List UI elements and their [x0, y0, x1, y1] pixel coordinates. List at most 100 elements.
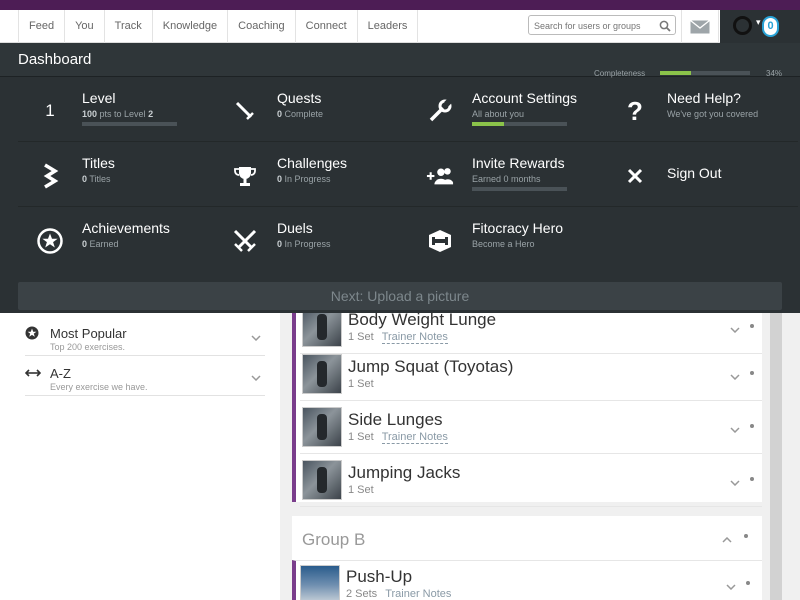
main-nav: Feed You Track Knowledge Coaching Connec…: [18, 10, 419, 43]
duels-title: Duels: [277, 220, 313, 236]
chevron-down-icon[interactable]: [730, 367, 740, 385]
invite-rewards-subtitle: Earned 0 months: [472, 174, 541, 184]
exercise-sets: 1 Set: [348, 484, 374, 496]
sign-out-title: Sign Out: [667, 165, 722, 181]
exercise-sets: 1 Set: [348, 378, 374, 390]
dashboard-duels[interactable]: Duels 0 In Progress: [213, 207, 408, 272]
category-most-popular[interactable]: Most Popular Top 200 exercises.: [25, 316, 265, 356]
search-box: [528, 15, 676, 35]
achievements-subtitle: 0 Earned: [82, 239, 119, 249]
nav-you[interactable]: You: [64, 10, 104, 43]
achievements-title: Achievements: [82, 220, 170, 236]
close-icon: [621, 162, 649, 190]
nav-feed[interactable]: Feed: [18, 10, 64, 43]
titles-subtitle: 0 Titles: [82, 174, 111, 184]
chevron-down-icon[interactable]: [251, 368, 261, 386]
exercise-group-b: Group B Push-Up 2 Sets Trainer Notes: [292, 516, 762, 600]
trainer-notes-link[interactable]: Trainer Notes: [381, 431, 448, 444]
dashboard-achievements[interactable]: Achievements 0 Earned: [18, 207, 213, 272]
dashboard-quests[interactable]: Quests 0 Complete: [213, 77, 408, 142]
messages-button[interactable]: [681, 10, 719, 43]
category-a-z[interactable]: A-Z Every exercise we have.: [24, 356, 265, 396]
titles-title: Titles: [82, 155, 115, 171]
nav-knowledge[interactable]: Knowledge: [151, 10, 227, 43]
challenges-subtitle: 0 In Progress: [277, 174, 331, 184]
exercise-sets: 2 Sets: [346, 588, 378, 600]
duels-subtitle: 0 In Progress: [277, 239, 331, 249]
more-options-icon[interactable]: [750, 424, 754, 428]
need-help-title: Need Help?: [667, 90, 741, 106]
dashboard-need-help[interactable]: ? Need Help? We've got you covered: [603, 77, 798, 142]
category-title: Most Popular: [50, 326, 127, 341]
exercise-row[interactable]: Side Lunges 1 Set Trainer Notes: [300, 402, 762, 454]
dashboard-title: Dashboard: [18, 51, 92, 68]
exercise-meta: 1 Set: [348, 484, 374, 496]
dashboard-fitocracy-hero[interactable]: Fitocracy Hero Become a Hero: [408, 207, 603, 272]
exercise-name: Body Weight Lunge: [348, 310, 497, 329]
exercise-row[interactable]: Jumping Jacks 1 Set: [300, 455, 762, 507]
exercise-sets: 1 Set: [348, 431, 374, 443]
category-title: A-Z: [50, 366, 71, 381]
search-icon[interactable]: [659, 19, 671, 37]
dashboard-titles[interactable]: Titles 0 Titles: [18, 142, 213, 207]
exercise-thumbnail: [302, 407, 342, 447]
chevron-down-icon[interactable]: [251, 328, 261, 346]
more-options-icon[interactable]: [750, 371, 754, 375]
exercise-group-a: Body Weight Lunge 1 Set Trainer Notes Jum…: [292, 307, 762, 507]
star-icon: [25, 326, 41, 342]
exercise-row[interactable]: Jump Squat (Toyotas) 1 Set: [300, 349, 762, 401]
level-title: Level: [82, 90, 116, 106]
level-progress: [82, 122, 177, 126]
scrollbar[interactable]: [770, 308, 782, 600]
chevron-down-icon[interactable]: [730, 473, 740, 491]
completeness-progress: [660, 71, 750, 75]
horizontal-arrows-icon: [24, 366, 42, 382]
exercise-name: Jump Squat (Toyotas): [348, 357, 514, 376]
dashboard-sign-out[interactable]: Sign Out: [603, 142, 798, 207]
search-input[interactable]: [529, 17, 655, 35]
challenges-title: Challenges: [277, 155, 348, 171]
account-settings-subtitle: All about you: [472, 109, 525, 119]
nav-coaching[interactable]: Coaching: [227, 10, 294, 43]
nav-connect[interactable]: Connect: [294, 10, 357, 43]
hero-icon: [426, 227, 454, 255]
dashboard-grid: 1 Level 100 pts to Level 2 Quests 0 Comp…: [18, 77, 800, 272]
exercise-row[interactable]: Push-Up 2 Sets Trainer Notes: [292, 560, 762, 600]
more-options-icon[interactable]: [746, 581, 750, 585]
chevron-down-icon[interactable]: [726, 577, 736, 595]
chevron-up-icon[interactable]: [722, 530, 732, 548]
trainer-notes-link[interactable]: Trainer Notes: [385, 588, 452, 600]
trophy-icon: [231, 162, 259, 190]
more-options-icon[interactable]: [744, 534, 748, 538]
more-options-icon[interactable]: [750, 324, 754, 328]
more-options-icon[interactable]: [750, 477, 754, 481]
nav-leaders[interactable]: Leaders: [356, 10, 419, 43]
exercise-thumbnail: [302, 354, 342, 394]
notification-badge[interactable]: 0: [762, 16, 779, 37]
exercise-sets: 1 Set: [348, 331, 374, 343]
trainer-notes-link[interactable]: Trainer Notes: [381, 331, 448, 344]
nav-track[interactable]: Track: [103, 10, 152, 43]
avatar[interactable]: [733, 16, 752, 35]
dashboard-invite-rewards[interactable]: Invite Rewards Earned 0 months: [408, 142, 603, 207]
next-step-button[interactable]: Next: Upload a picture: [18, 282, 782, 310]
level-subtitle: 100 pts to Level 2: [82, 109, 154, 119]
group-title: Group B: [302, 530, 366, 549]
star-badge-icon: [36, 227, 64, 255]
chevron-down-icon[interactable]: [730, 320, 740, 338]
exercise-thumbnail: [302, 307, 342, 347]
chevron-down-icon[interactable]: [730, 420, 740, 438]
dashboard-challenges[interactable]: Challenges 0 In Progress: [213, 142, 408, 207]
exercise-page: Most Popular Top 200 exercises. A-Z Ever…: [0, 307, 800, 600]
dashboard-account-settings[interactable]: Account Settings All about you: [408, 77, 603, 142]
profile-menu-tab[interactable]: ▾ 0: [720, 10, 800, 43]
exercise-name: Push-Up: [346, 567, 413, 586]
account-progress-fill: [472, 122, 505, 126]
category-subtitle: Every exercise we have.: [50, 382, 148, 392]
exercise-meta: 1 Set Trainer Notes: [348, 431, 448, 444]
chevron-down-icon: ▾: [756, 17, 761, 27]
workout-column: Body Weight Lunge 1 Set Trainer Notes Jum…: [280, 307, 800, 600]
quests-title: Quests: [277, 90, 322, 106]
dashboard-level[interactable]: 1 Level 100 pts to Level 2: [18, 77, 213, 142]
add-users-icon: [426, 162, 454, 190]
